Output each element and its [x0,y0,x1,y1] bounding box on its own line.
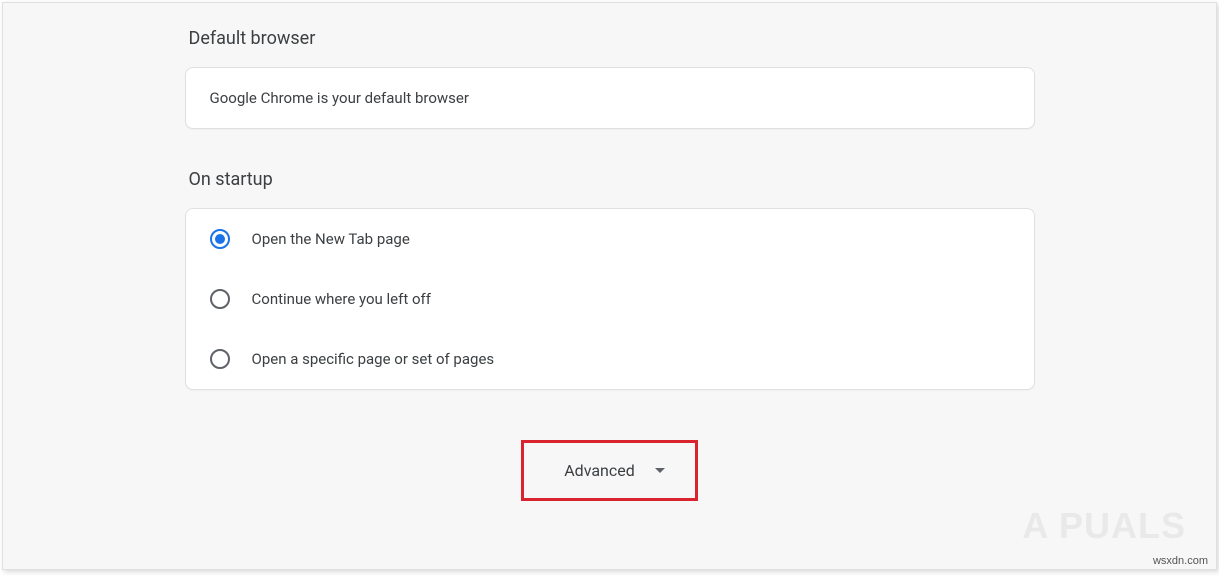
startup-option-new-tab[interactable]: Open the New Tab page [186,209,1034,269]
chevron-down-icon [655,468,665,473]
on-startup-options-card: Open the New Tab page Continue where you… [185,208,1035,390]
default-browser-status-text: Google Chrome is your default browser [210,89,469,107]
advanced-button-label: Advanced [564,461,635,480]
default-browser-card: Google Chrome is your default browser [185,67,1035,129]
startup-option-label: Continue where you left off [252,290,431,308]
radio-unselected-icon [210,289,230,309]
radio-selected-icon [210,229,230,249]
default-browser-title: Default browser [185,28,1035,49]
radio-unselected-icon [210,349,230,369]
startup-option-label: Open a specific page or set of pages [252,350,495,368]
on-startup-section: On startup Open the New Tab page Continu… [185,169,1035,390]
source-url-text: wsxdn.com [1153,555,1208,567]
default-browser-section: Default browser Google Chrome is your de… [185,28,1035,129]
watermark-text: A PUALS [1022,505,1186,547]
advanced-button[interactable]: Advanced [521,440,698,501]
startup-option-specific-page[interactable]: Open a specific page or set of pages [186,329,1034,389]
startup-option-label: Open the New Tab page [252,230,410,248]
startup-option-continue[interactable]: Continue where you left off [186,269,1034,329]
on-startup-title: On startup [185,169,1035,190]
